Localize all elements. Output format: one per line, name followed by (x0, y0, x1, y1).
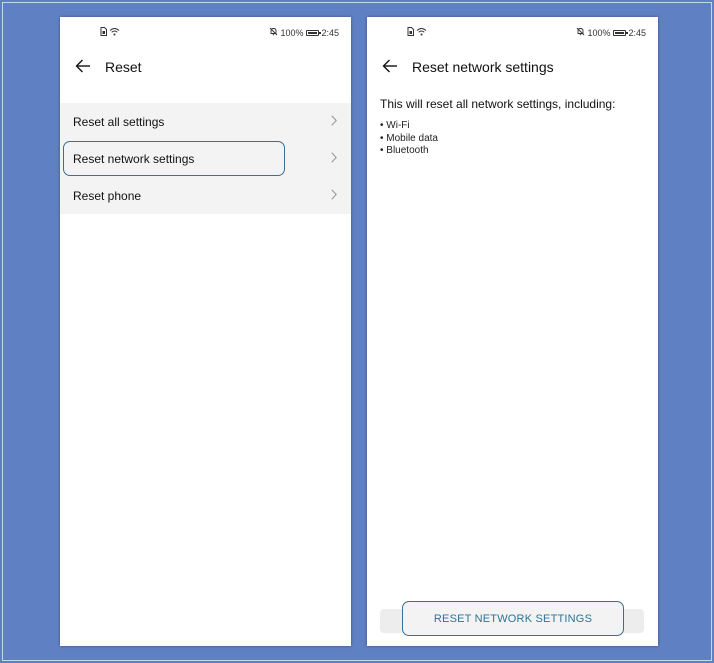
status-time: 2:45 (628, 27, 646, 38)
app-bar: Reset (60, 57, 351, 81)
sim-card-icon (407, 27, 414, 38)
back-button[interactable] (72, 57, 94, 79)
list-item: Bluetooth (380, 145, 438, 158)
bell-off-icon (269, 27, 278, 38)
status-bar-left (407, 27, 427, 38)
status-bar-left (100, 27, 120, 38)
list-item: Wi-Fi (380, 120, 438, 133)
empty-area (60, 214, 351, 646)
reset-network-settings-button[interactable]: RESET NETWORK SETTINGS (402, 601, 624, 636)
status-bar-right: 100% 2:45 (269, 27, 339, 38)
chevron-right-icon (331, 152, 337, 166)
chevron-right-icon (331, 189, 337, 203)
page-title: Reset (105, 59, 142, 75)
list-item-label: Reset network settings (73, 151, 195, 166)
list-item-reset-all-settings[interactable]: Reset all settings (60, 103, 351, 140)
list-item-label: Reset phone (73, 188, 142, 203)
sim-card-icon (100, 27, 107, 38)
list-item-reset-network-settings[interactable]: Reset network settings (60, 140, 351, 177)
back-button[interactable] (379, 57, 401, 79)
battery-icon (613, 29, 629, 36)
battery-icon (306, 29, 322, 36)
app-bar: Reset network settings (367, 57, 658, 81)
list-item: Mobile data (380, 133, 438, 146)
battery-percent: 100% (587, 27, 611, 38)
wifi-icon (109, 27, 120, 38)
page-title: Reset network settings (412, 59, 554, 75)
wifi-icon (416, 27, 427, 38)
list-item-reset-phone[interactable]: Reset phone (60, 177, 351, 214)
status-bar: 100% 2:45 (60, 27, 351, 41)
status-time: 2:45 (321, 27, 339, 38)
reset-options-list: Reset all settings Reset network setting… (60, 103, 351, 214)
status-bar-right: 100% 2:45 (576, 27, 646, 38)
bell-off-icon (576, 27, 585, 38)
battery-percent: 100% (280, 27, 304, 38)
reset-network-settings-screen: 100% 2:45 Reset network settings This wi… (367, 17, 658, 646)
arrow-left-icon (75, 59, 91, 78)
affected-settings-list: Wi-Fi Mobile data Bluetooth (380, 120, 438, 158)
status-bar: 100% 2:45 (367, 27, 658, 41)
reset-screen: 100% 2:45 Reset Reset all settings Reset… (60, 17, 351, 646)
description-text: This will reset all network settings, in… (380, 97, 616, 111)
list-item-label: Reset all settings (73, 114, 165, 129)
arrow-left-icon (382, 59, 398, 78)
chevron-right-icon (331, 115, 337, 129)
